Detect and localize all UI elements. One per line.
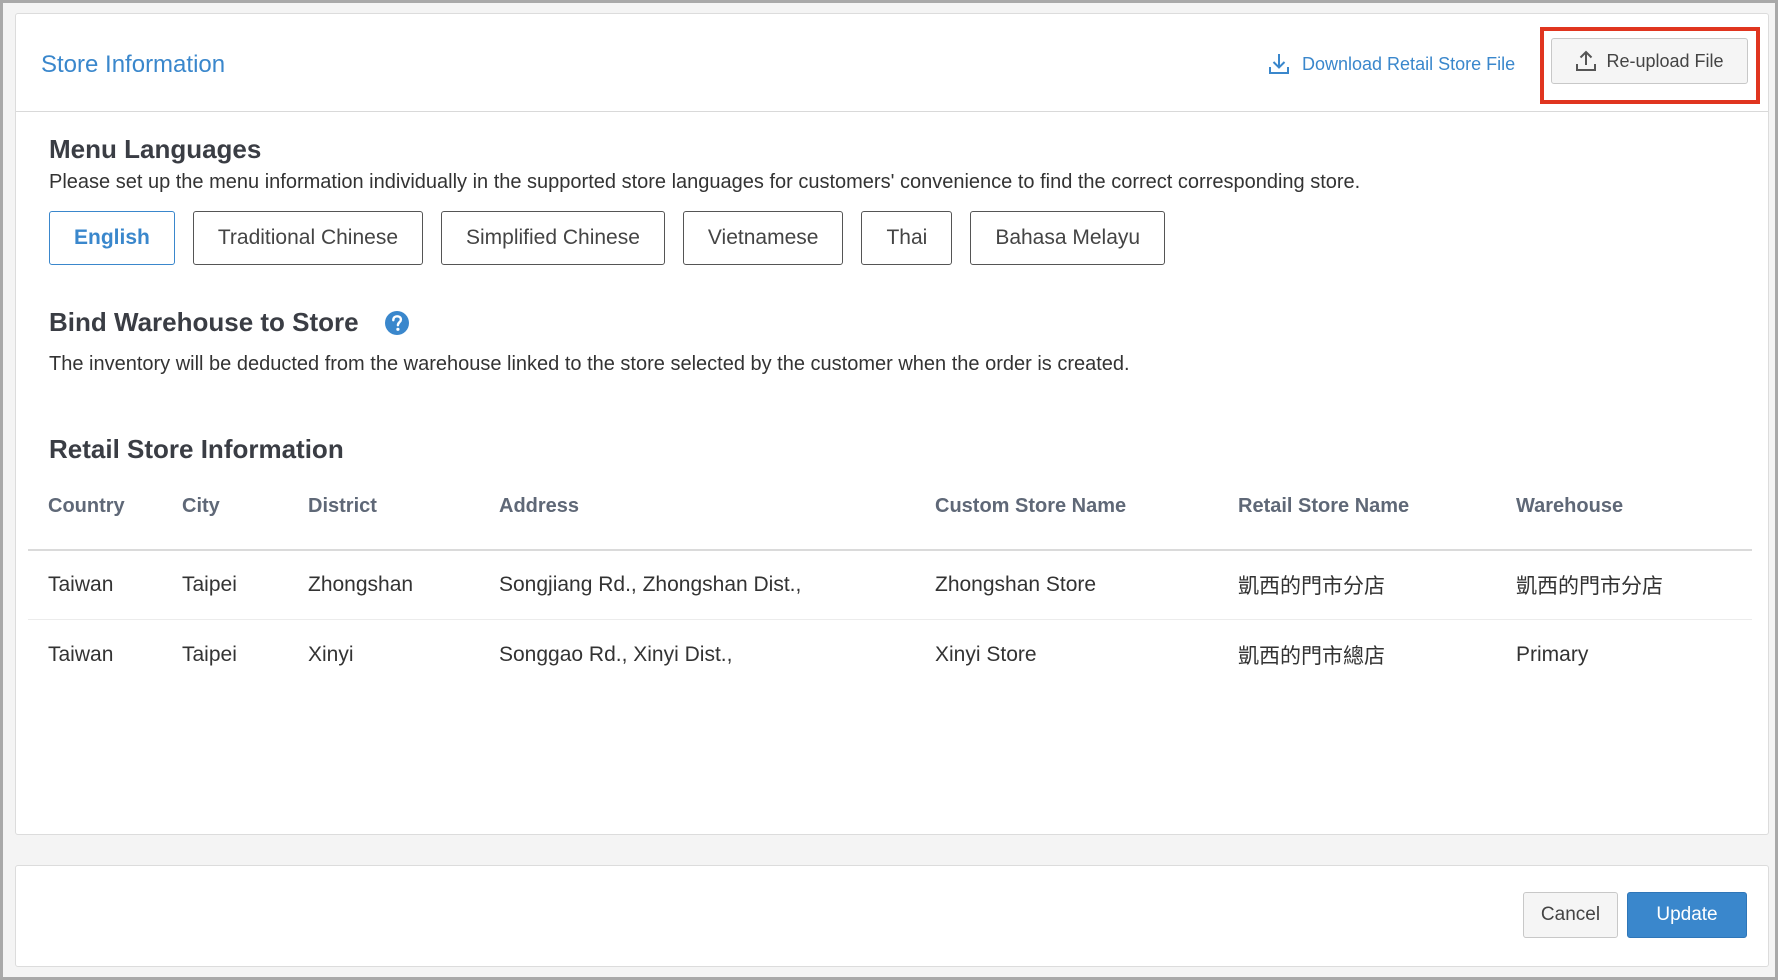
re-upload-file-button[interactable]: Re-upload File (1551, 38, 1748, 84)
cell-custom-store-name: Zhongshan Store (935, 573, 1097, 596)
cell-warehouse: Primary (1516, 642, 1589, 666)
upload-icon (1576, 50, 1597, 71)
bind-warehouse-description: The inventory will be deducted from the … (49, 353, 1130, 375)
column-header-custom-store-name: Custom Store Name (935, 495, 1127, 517)
cell-country: Taiwan (48, 573, 114, 596)
column-header-warehouse: Warehouse (1516, 495, 1624, 517)
cell-retail-store-name: 凱西的門市總店 (1238, 644, 1385, 668)
cell-country: Taiwan (48, 642, 114, 666)
cancel-button[interactable]: Cancel (1523, 892, 1618, 938)
table-row: Taiwan Taipei Xinyi Songgao Rd., Xinyi D… (28, 620, 1752, 689)
cell-city: Taipei (182, 573, 237, 596)
language-tab-traditional-chinese[interactable]: Traditional Chinese (192, 211, 423, 265)
language-tab-english[interactable]: English (49, 211, 175, 265)
language-tab-bahasa-melayu[interactable]: Bahasa Melayu (970, 211, 1166, 265)
column-header-city: City (182, 495, 220, 517)
page-title: Store Information (41, 51, 226, 78)
language-tabs: English Traditional Chinese Simplified C… (49, 211, 1183, 265)
cell-address: Songjiang Rd., Zhongshan Dist., (499, 573, 802, 596)
column-header-address: Address (499, 495, 580, 517)
update-button[interactable]: Update (1627, 892, 1747, 938)
download-retail-store-file-link[interactable]: Download Retail Store File (1268, 52, 1515, 76)
cell-district: Xinyi (308, 642, 354, 666)
app-frame: Store Information Download Retail Store … (0, 0, 1778, 980)
cell-custom-store-name: Xinyi Store (935, 642, 1037, 666)
table-row: Taiwan Taipei Zhongshan Songjiang Rd., Z… (28, 551, 1752, 620)
table-header: Country City District Address Custom Sto… (28, 464, 1752, 551)
store-information-panel: Store Information Download Retail Store … (15, 13, 1769, 835)
cell-city: Taipei (182, 642, 237, 666)
cell-address: Songgao Rd., Xinyi Dist., (499, 642, 733, 666)
column-header-country: Country (48, 495, 125, 517)
cell-retail-store-name: 凱西的門市分店 (1238, 575, 1385, 598)
language-tab-thai[interactable]: Thai (861, 211, 953, 265)
language-tab-vietnamese[interactable]: Vietnamese (682, 211, 844, 265)
panel-header: Store Information Download Retail Store … (16, 14, 1768, 112)
column-header-district: District (308, 495, 377, 517)
bind-warehouse-title: Bind Warehouse to Store (49, 307, 359, 337)
action-footer: Cancel Update (15, 865, 1769, 967)
download-icon (1269, 54, 1289, 74)
cell-warehouse: 凱西的門市分店 (1516, 575, 1663, 598)
re-upload-file-label: Re-upload File (1606, 50, 1724, 71)
help-icon[interactable] (384, 310, 410, 336)
language-tab-simplified-chinese[interactable]: Simplified Chinese (441, 211, 665, 265)
cell-district: Zhongshan (308, 573, 414, 596)
retail-store-title: Retail Store Information (49, 434, 344, 464)
column-header-retail-store-name: Retail Store Name (1238, 495, 1410, 517)
retail-store-table: Country City District Address Custom Sto… (28, 464, 1752, 689)
menu-languages-title: Menu Languages (49, 134, 262, 164)
download-link-label: Download Retail Store File (1302, 53, 1516, 74)
menu-languages-description: Please set up the menu information indiv… (49, 171, 1361, 193)
